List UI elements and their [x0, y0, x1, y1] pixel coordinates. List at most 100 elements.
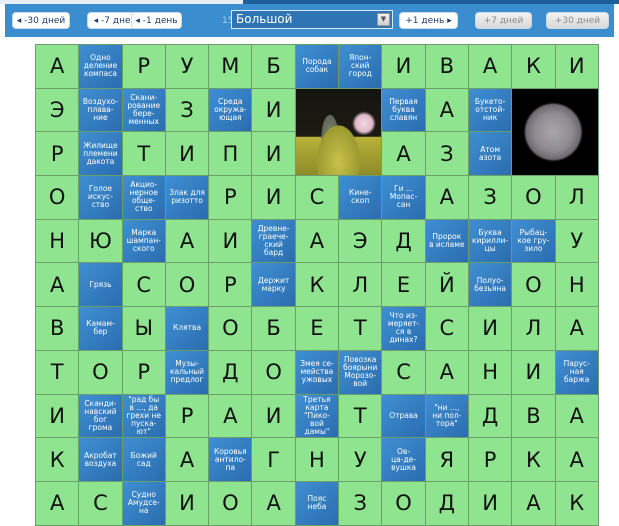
letter-cell[interactable]: К [36, 438, 79, 481]
letter-cell[interactable]: А [555, 394, 598, 438]
letter-cell[interactable]: С [382, 350, 425, 394]
letter-cell[interactable]: В [36, 307, 79, 350]
letter-cell[interactable]: И [382, 45, 425, 88]
letter-cell[interactable]: С [79, 481, 122, 525]
letter-cell[interactable]: Т [339, 394, 382, 438]
letter-cell[interactable]: Р [209, 263, 252, 307]
letter-cell[interactable]: Р [209, 176, 252, 219]
letter-cell[interactable]: А [382, 132, 425, 176]
clue-cell: Отрава [382, 394, 425, 438]
letter-cell[interactable]: С [425, 307, 468, 350]
letter-cell[interactable]: Б [252, 45, 295, 88]
letter-cell[interactable]: А [555, 438, 598, 481]
letter-cell[interactable]: С [122, 263, 165, 307]
letter-cell[interactable]: А [468, 45, 512, 88]
letter-cell[interactable]: И [555, 45, 598, 88]
letter-cell[interactable]: Э [339, 219, 382, 263]
letter-cell[interactable]: А [295, 219, 339, 263]
chevron-down-icon[interactable]: ▼ [377, 13, 390, 26]
minus-1-day-button[interactable]: ◂ -1 день [131, 12, 182, 29]
minus-30-days-button[interactable]: ◂ -30 дней [12, 12, 70, 29]
letter-cell[interactable]: И [468, 481, 512, 525]
letter-cell[interactable]: И [209, 219, 252, 263]
letter-cell[interactable]: Р [122, 45, 165, 88]
letter-cell[interactable]: О [512, 263, 555, 307]
letter-cell[interactable]: Й [425, 263, 468, 307]
letter-cell[interactable]: А [425, 176, 468, 219]
letter-cell[interactable]: А [425, 88, 468, 132]
letter-cell[interactable]: И [165, 132, 209, 176]
letter-cell[interactable]: И [512, 350, 555, 394]
size-select[interactable]: Большой ▼ [231, 10, 393, 29]
letter-cell[interactable]: Л [555, 176, 598, 219]
letter-cell[interactable]: У [165, 45, 209, 88]
letter-cell[interactable]: Г [252, 438, 295, 481]
letter-cell[interactable]: А [512, 481, 555, 525]
letter-cell[interactable]: А [555, 307, 598, 350]
letter-cell[interactable]: Н [468, 350, 512, 394]
letter-cell[interactable]: З [339, 481, 382, 525]
letter-cell[interactable]: Я [425, 438, 468, 481]
letter-cell[interactable]: Р [468, 438, 512, 481]
letter-cell[interactable]: И [252, 394, 295, 438]
letter-cell[interactable]: И [252, 132, 295, 176]
letter-cell[interactable]: Э [36, 88, 79, 132]
letter-cell[interactable]: К [295, 263, 339, 307]
letter-cell[interactable]: Е [382, 263, 425, 307]
plus-1-day-button[interactable]: +1 день ▸ [399, 12, 458, 29]
letter-cell[interactable]: Ю [79, 219, 122, 263]
letter-cell[interactable]: А [36, 481, 79, 525]
letter-cell[interactable]: П [209, 132, 252, 176]
letter-cell[interactable]: А [165, 438, 209, 481]
letter-cell[interactable]: И [468, 307, 512, 350]
letter-cell[interactable]: О [79, 350, 122, 394]
letter-cell[interactable]: А [36, 263, 79, 307]
letter-cell[interactable]: А [36, 45, 79, 88]
letter-cell[interactable]: И [252, 88, 295, 132]
letter-cell[interactable]: Л [339, 263, 382, 307]
letter-cell[interactable]: Т [36, 350, 79, 394]
letter-cell[interactable]: З [165, 88, 209, 132]
letter-cell[interactable]: О [209, 307, 252, 350]
letter-cell[interactable]: У [555, 219, 598, 263]
letter-cell[interactable]: И [165, 481, 209, 525]
letter-cell[interactable]: А [252, 481, 295, 525]
letter-cell[interactable]: К [555, 481, 598, 525]
letter-cell[interactable]: О [36, 176, 79, 219]
letter-cell[interactable]: Р [165, 394, 209, 438]
letter-cell[interactable]: О [252, 350, 295, 394]
letter-cell[interactable]: З [425, 132, 468, 176]
letter-cell[interactable]: Р [36, 132, 79, 176]
letter-cell[interactable]: И [252, 176, 295, 219]
letter-cell[interactable]: Р [122, 350, 165, 394]
letter-cell[interactable]: Д [468, 394, 512, 438]
letter-cell[interactable]: Н [555, 263, 598, 307]
letter-cell[interactable]: В [512, 394, 555, 438]
letter-cell[interactable]: Н [36, 219, 79, 263]
letter-cell[interactable]: О [512, 176, 555, 219]
letter-cell[interactable]: Л [512, 307, 555, 350]
letter-cell[interactable]: У [339, 438, 382, 481]
letter-cell[interactable]: Т [339, 307, 382, 350]
letter-cell[interactable]: А [209, 394, 252, 438]
letter-cell[interactable]: К [512, 438, 555, 481]
letter-cell[interactable]: К [512, 45, 555, 88]
letter-cell[interactable]: З [468, 176, 512, 219]
letter-cell[interactable]: А [165, 219, 209, 263]
letter-cell[interactable]: И [36, 394, 79, 438]
letter-cell[interactable]: Д [425, 481, 468, 525]
letter-cell[interactable]: В [425, 45, 468, 88]
letter-cell[interactable]: А [425, 350, 468, 394]
letter-cell[interactable]: С [295, 176, 339, 219]
letter-cell[interactable]: Д [209, 350, 252, 394]
letter-cell[interactable]: О [165, 263, 209, 307]
letter-cell[interactable]: О [382, 481, 425, 525]
letter-cell[interactable]: О [209, 481, 252, 525]
letter-cell[interactable]: Ы [122, 307, 165, 350]
letter-cell[interactable]: М [209, 45, 252, 88]
letter-cell[interactable]: Б [252, 307, 295, 350]
letter-cell[interactable]: Т [122, 132, 165, 176]
letter-cell[interactable]: Е [295, 307, 339, 350]
letter-cell[interactable]: Н [295, 438, 339, 481]
letter-cell[interactable]: Д [382, 219, 425, 263]
